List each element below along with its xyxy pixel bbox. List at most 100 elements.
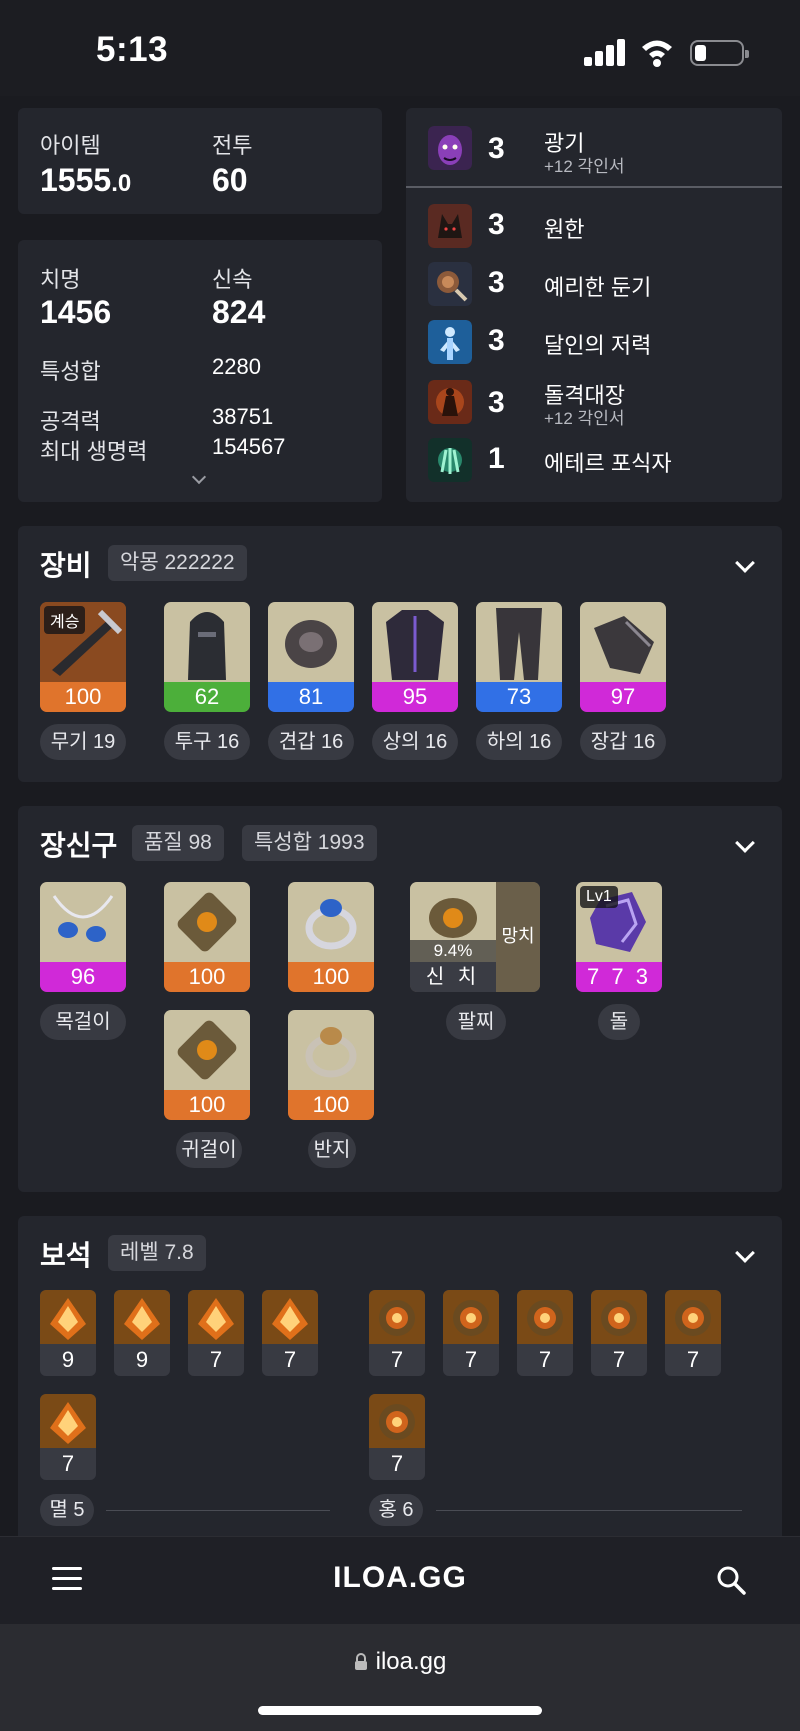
bracelet-slot[interactable]: 9.4% 신 치 망치 — [410, 882, 540, 992]
gem-slot[interactable]: 7 — [665, 1290, 721, 1376]
ring-label: 반지 — [308, 1132, 356, 1168]
trait-sum-pill: 특성합 1993 — [242, 825, 377, 861]
quality-bar: 96 — [40, 962, 126, 992]
gem-level-pill: 레벨 7.8 — [108, 1235, 206, 1271]
gem-slot[interactable]: 7 — [40, 1394, 96, 1480]
engraving-row[interactable]: 3 달인의 저력 — [428, 320, 768, 370]
home-indicator[interactable] — [258, 1706, 542, 1715]
right-gem-group-label: 홍 6 — [369, 1494, 423, 1526]
earring-slot[interactable]: 100 — [164, 882, 250, 992]
equipment-card: 장비 악몽 222222 계승 100 무기 19 62 투구 16 81 견갑… — [18, 526, 782, 782]
quality-bar: 100 — [288, 1090, 374, 1120]
wolf-head-icon — [428, 204, 472, 248]
weapon-slot[interactable]: 계승 100 — [40, 602, 126, 712]
pants-icon — [476, 602, 562, 682]
gem-slot[interactable]: 7 — [591, 1290, 647, 1376]
earring-label: 귀걸이 — [176, 1132, 242, 1168]
earring-icon — [164, 1010, 250, 1090]
stats-card: 치명 1456 신속 824 특성합 2280 공격력 38751 최대 생명력… — [18, 240, 382, 502]
gem-slot[interactable]: 7 — [369, 1394, 425, 1480]
item-level-label: 아이템 — [40, 133, 101, 158]
blaze-gem-icon — [443, 1290, 499, 1344]
accessories-title: 장신구 — [40, 830, 118, 861]
blaze-gem-icon — [591, 1290, 647, 1344]
browser-url-bar: iloa.gg — [0, 1624, 800, 1731]
pants-slot[interactable]: 73 — [476, 602, 562, 712]
quality-bar: 100 — [164, 1090, 250, 1120]
quality-bar: 100 — [164, 962, 250, 992]
gems-title: 보석 — [40, 1240, 92, 1271]
chest-armor-icon — [372, 602, 458, 682]
stone-value-bar: 7 7 3 — [576, 962, 662, 992]
quality-bar: 81 — [268, 682, 354, 712]
lock-icon — [354, 1653, 367, 1670]
engraving-level: 3 — [488, 132, 505, 165]
shoulder-armor-icon — [268, 602, 354, 682]
gem-slot[interactable]: 9 — [114, 1290, 170, 1376]
brand-logo[interactable]: ILOA.GG — [0, 1561, 800, 1595]
engraving-name: 원한 — [544, 217, 585, 242]
chest-label: 상의 16 — [372, 724, 458, 760]
ring-slot[interactable]: 100 — [288, 1010, 374, 1120]
gem-slot[interactable]: 7 — [369, 1290, 425, 1376]
max-hp-label: 최대 생명력 — [40, 439, 148, 464]
stone-label: 돌 — [598, 1004, 640, 1040]
gloves-slot[interactable]: 97 — [580, 602, 666, 712]
url-field[interactable]: iloa.gg — [0, 1648, 800, 1676]
crit-label: 치명 — [40, 267, 81, 292]
quality-bar: 62 — [164, 682, 250, 712]
blaze-gem-icon — [665, 1290, 721, 1344]
engraving-row[interactable]: 3 광기 +12 각인서 — [428, 126, 768, 182]
necklace-label: 목걸이 — [40, 1004, 126, 1040]
helmet-slot[interactable]: 62 — [164, 602, 250, 712]
bracelet-percent: 9.4% — [410, 940, 496, 962]
combat-level-value: 60 — [212, 162, 248, 198]
gem-level: 7 — [283, 1347, 297, 1372]
engraving-row[interactable]: 1 에테르 포식자 — [428, 438, 768, 488]
chest-slot[interactable]: 95 — [372, 602, 458, 712]
gem-slot[interactable]: 7 — [517, 1290, 573, 1376]
necklace-slot[interactable]: 96 — [40, 882, 126, 992]
engraving-row[interactable]: 3 돌격대장 +12 각인서 — [428, 378, 768, 434]
bracelet-stats: 신 치 — [410, 962, 496, 992]
gem-slot[interactable]: 7 — [443, 1290, 499, 1376]
accessories-expand-chevron-icon[interactable] — [735, 833, 755, 853]
earring-slot[interactable]: 100 — [164, 1010, 250, 1120]
engraving-level: 3 — [488, 386, 505, 419]
equipment-expand-chevron-icon[interactable] — [735, 553, 755, 573]
gem-slot[interactable]: 7 — [262, 1290, 318, 1376]
doom-gem-icon — [40, 1394, 96, 1448]
ability-stone-slot[interactable]: Lv1 7 7 3 — [576, 882, 662, 992]
bottom-nav-bar: ILOA.GG — [0, 1536, 800, 1624]
gem-level: 7 — [686, 1347, 700, 1372]
clock: 5:13 — [96, 30, 169, 69]
gem-slot[interactable]: 7 — [188, 1290, 244, 1376]
engraving-divider — [406, 186, 782, 188]
shoulder-label: 견갑 16 — [268, 724, 354, 760]
quality-pill: 품질 98 — [132, 825, 224, 861]
shoulder-slot[interactable]: 81 — [268, 602, 354, 712]
quality-bar: 97 — [580, 682, 666, 712]
engraving-name: 달인의 저력 — [544, 333, 652, 358]
engraving-row[interactable]: 3 예리한 둔기 — [428, 262, 768, 312]
ring-slot[interactable]: 100 — [288, 882, 374, 992]
gem-slot[interactable]: 9 — [40, 1290, 96, 1376]
gems-expand-chevron-icon[interactable] — [735, 1243, 755, 1263]
blaze-gem-icon — [517, 1290, 573, 1344]
gem-level: 7 — [209, 1347, 223, 1372]
ring-icon — [288, 882, 374, 962]
doom-gem-icon — [262, 1290, 318, 1344]
battery-icon — [690, 40, 749, 66]
cellular-signal-icon — [584, 38, 626, 66]
glowing-figure-icon — [428, 320, 472, 364]
set-pill: 악몽 222222 — [108, 545, 247, 581]
engraving-row[interactable]: 3 원한 — [428, 204, 768, 254]
bracelet-effect: 망치 — [496, 882, 540, 992]
gem-divider — [106, 1510, 330, 1511]
gem-level: 9 — [61, 1347, 75, 1372]
search-icon[interactable] — [716, 1565, 746, 1595]
green-claw-icon — [428, 438, 472, 482]
doom-gem-icon — [114, 1290, 170, 1344]
earring-icon — [164, 882, 250, 962]
expand-stats-chevron-icon[interactable] — [191, 469, 207, 485]
